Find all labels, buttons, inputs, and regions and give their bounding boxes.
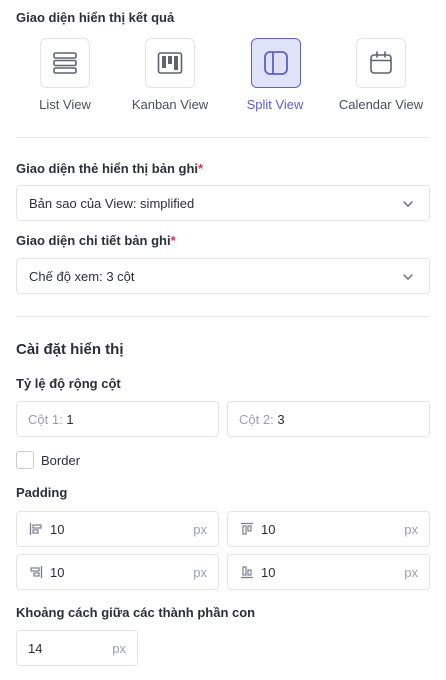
record-detail-value: Chế độ xem: 3 cột [29, 269, 135, 284]
column-1-prefix: Cột 1: [28, 412, 63, 427]
column-2-input[interactable]: Cột 2: 3 [227, 401, 430, 437]
required-mark: * [198, 161, 204, 176]
view-option-label: Split View [246, 97, 304, 112]
record-card-label: Giao diện thẻ hiển thị bản ghi* [16, 161, 203, 176]
column-ratio-label: Tỷ lệ độ rộng cột [16, 376, 121, 391]
list-icon [53, 52, 77, 74]
gap-unit: px [112, 641, 126, 656]
padding-bottom-input[interactable]: 10 px [227, 554, 430, 590]
border-checkbox[interactable] [16, 451, 34, 469]
kanban-icon [157, 52, 183, 74]
padding-left-input[interactable]: 10 px [16, 511, 219, 547]
result-view-title: Giao diện hiển thị kết quả [16, 10, 175, 25]
padding-right-unit: px [193, 565, 207, 580]
chevron-down-icon [403, 201, 413, 207]
padding-bottom-value: 10 [261, 565, 276, 580]
column-1-value: 1 [66, 412, 74, 427]
padding-left-value: 10 [50, 522, 65, 537]
view-option-label: Calendar View [338, 97, 424, 112]
padding-left-icon [29, 523, 42, 535]
calendar-view-box[interactable] [356, 38, 406, 88]
split-view-box[interactable] [251, 38, 301, 88]
padding-top-unit: px [404, 522, 418, 537]
gap-value: 14 [28, 641, 43, 656]
padding-top-input[interactable]: 10 px [227, 511, 430, 547]
divider [16, 316, 430, 317]
column-2-prefix: Cột 2: [239, 412, 274, 427]
chevron-down-icon [403, 274, 413, 280]
view-option-split[interactable]: Split View [223, 38, 327, 118]
gap-label: Khoảng cách giữa các thành phần con [16, 605, 256, 620]
view-option-label: Kanban View [131, 97, 209, 112]
gap-input[interactable]: 14 px [16, 630, 138, 666]
required-mark: * [170, 233, 176, 248]
record-card-value: Bản sao của View: simplified [29, 196, 195, 211]
record-card-label-text: Giao diện thẻ hiển thị bản ghi [16, 161, 198, 176]
column-1-field: Cột 1: 1 [28, 412, 74, 427]
list-view-box[interactable] [40, 38, 90, 88]
padding-bottom-unit: px [404, 565, 418, 580]
record-detail-label: Giao diện chi tiết bản ghi* [16, 233, 176, 248]
view-option-label: List View [39, 97, 91, 112]
view-option-calendar[interactable]: Calendar View [329, 38, 433, 118]
record-detail-label-text: Giao diện chi tiết bản ghi [16, 233, 171, 248]
padding-top-icon [241, 522, 253, 535]
calendar-icon [370, 51, 392, 74]
split-view-icon [264, 51, 288, 75]
record-card-select[interactable]: Bản sao của View: simplified [16, 185, 430, 221]
column-2-field: Cột 2: 3 [239, 412, 285, 427]
divider [16, 137, 430, 138]
column-2-value: 3 [277, 412, 285, 427]
padding-right-input[interactable]: 10 px [16, 554, 219, 590]
padding-right-icon [30, 566, 43, 578]
border-label: Border [41, 453, 81, 468]
view-option-kanban[interactable]: Kanban View [118, 38, 222, 118]
kanban-view-box[interactable] [145, 38, 195, 88]
padding-top-value: 10 [261, 522, 276, 537]
record-detail-select[interactable]: Chế độ xem: 3 cột [16, 258, 430, 294]
padding-right-value: 10 [50, 565, 65, 580]
padding-bottom-icon [241, 566, 253, 579]
display-settings-title: Cài đặt hiển thị [16, 341, 124, 358]
column-1-input[interactable]: Cột 1: 1 [16, 401, 219, 437]
padding-label: Padding [16, 485, 68, 500]
view-option-list[interactable]: List View [13, 38, 117, 118]
padding-left-unit: px [193, 522, 207, 537]
